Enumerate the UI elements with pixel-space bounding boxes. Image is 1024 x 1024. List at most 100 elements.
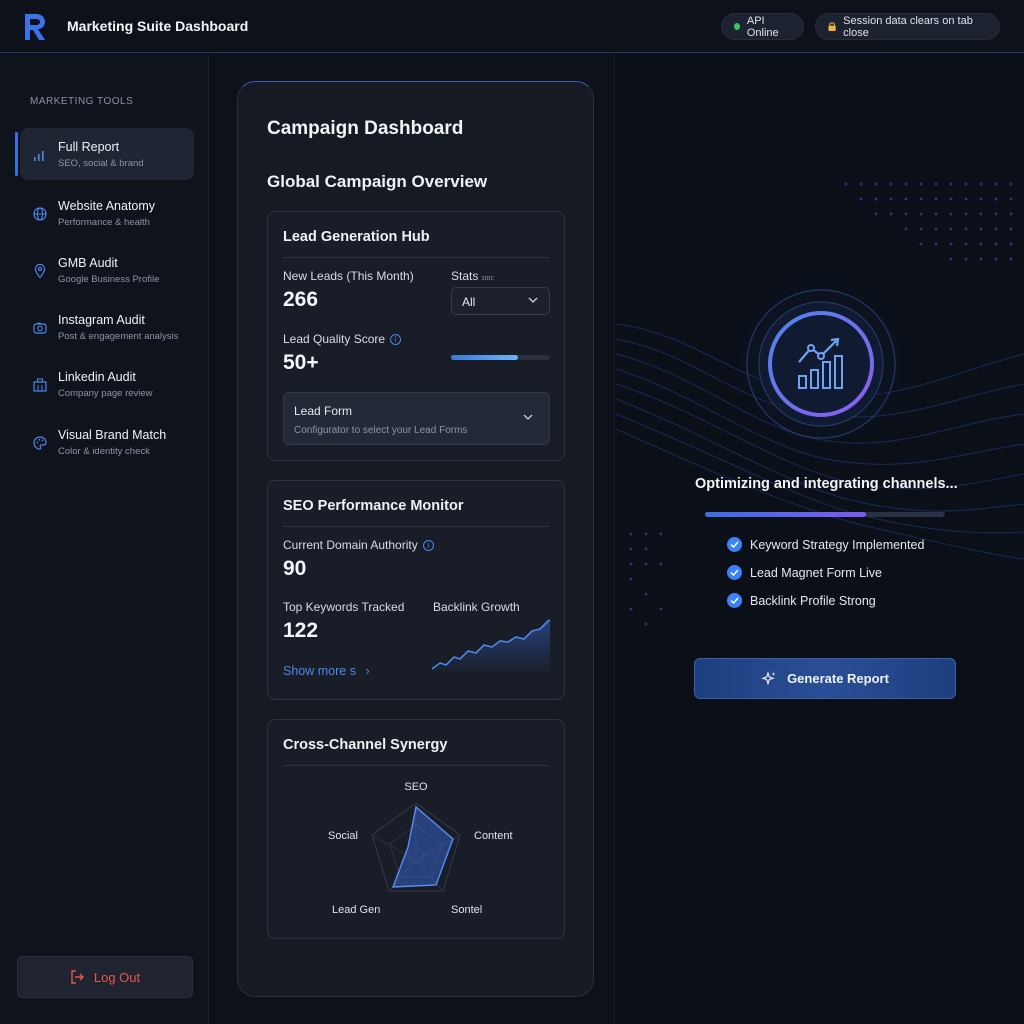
info-icon[interactable]: i <box>390 334 402 345</box>
lead-form-title: Lead Form <box>294 404 353 418</box>
sidebar-item-website-anatomy[interactable]: Website Anatomy Performance & health <box>20 187 194 239</box>
dashboard-subtitle: Global Campaign Overview <box>267 172 488 191</box>
sidebar-item-label: Visual Brand Match <box>58 428 167 442</box>
stats-note: ɪɪʀɪ: <box>481 275 495 282</box>
session-notice-badge: Session data clears on tab close <box>815 13 1000 40</box>
lead-quality-label-text: Lead Quality Score <box>283 332 386 346</box>
chevron-right-icon: › <box>365 664 370 678</box>
sidebar-item-sub: Color & identity check <box>58 446 150 457</box>
checklist-label: Keyword Strategy Implemented <box>750 537 925 552</box>
radar-axis-seo: SEO <box>404 781 428 793</box>
chevron-down-icon <box>528 297 538 303</box>
lead-quality-bar-fill <box>451 355 519 360</box>
domain-authority-label: Current Domain Authority i <box>283 538 434 552</box>
processing-progress-fill <box>705 512 866 517</box>
sidebar-item-sub: Google Business Profile <box>58 274 160 285</box>
backlink-growth-label: Backlink Growth <box>433 600 520 614</box>
panel-title: SEO Performance Monitor <box>283 498 464 514</box>
seo-performance-panel: SEO Performance Monitor Current Domain A… <box>267 480 565 700</box>
check-circle-icon <box>727 537 742 552</box>
palette-icon <box>33 436 47 450</box>
sidebar-item-gmb-audit[interactable]: GMB Audit Google Business Profile <box>20 244 194 296</box>
generate-report-button[interactable]: Generate Report <box>694 658 956 699</box>
session-notice-text: Session data clears on tab close <box>843 14 973 39</box>
checklist-label: Backlink Profile Strong <box>750 593 876 608</box>
show-more-text: Show more s <box>283 664 356 678</box>
api-status-text: API Online <box>746 14 779 39</box>
lead-quality-label: Lead Quality Score i <box>283 332 402 346</box>
app-logo-icon <box>25 14 45 40</box>
sidebar-item-full-report[interactable]: Full Report SEO, social & brand <box>15 128 194 180</box>
lead-form-dropdown[interactable]: Lead Form Configurator to select your Le… <box>283 392 550 445</box>
keywords-label: Top Keywords Tracked <box>283 600 405 614</box>
show-more-link[interactable]: Show more s › <box>283 664 370 678</box>
sidebar: MARKETING TOOLS Full Report SEO, social … <box>0 54 209 1024</box>
radar-axis-sontel: Sontel <box>451 904 482 916</box>
dashboard-title: Campaign Dashboard <box>267 118 464 139</box>
logout-icon <box>71 970 84 984</box>
bar-chart-icon <box>34 151 44 161</box>
logout-button[interactable]: Log Out <box>17 956 193 998</box>
lock-icon <box>828 22 836 32</box>
divider <box>283 257 549 258</box>
new-leads-label: New Leads (This Month) <box>283 269 414 283</box>
processing-status-text: Optimizing and integrating channels... <box>695 476 958 492</box>
domain-authority-label-text: Current Domain Authority <box>283 538 418 552</box>
lead-quality-bar <box>451 355 550 360</box>
sidebar-item-sub: SEO, social & brand <box>58 158 144 169</box>
radar-axis-content: Content <box>474 830 513 842</box>
synergy-radar-chart: SEO Content Sontel Lead Gen Social <box>328 781 513 916</box>
stats-label-text: Stats <box>451 269 479 283</box>
processing-panel: Optimizing and integrating channels... K… <box>616 54 1024 1024</box>
building-icon <box>33 378 47 392</box>
new-leads-value: 266 <box>283 288 319 311</box>
divider <box>283 526 549 527</box>
sidebar-item-linkedin-audit[interactable]: Linkedin Audit Company page review <box>20 358 194 410</box>
camera-icon <box>33 322 47 334</box>
checklist-item: Lead Magnet Form Live <box>727 565 882 580</box>
check-circle-icon <box>727 565 742 580</box>
sidebar-item-label: Website Anatomy <box>58 199 156 213</box>
sidebar-heading: MARKETING TOOLS <box>30 96 134 107</box>
dashboard-column: Campaign Dashboard Global Campaign Overv… <box>210 54 615 1024</box>
checklist-item: Keyword Strategy Implemented <box>727 537 924 552</box>
sidebar-item-label: Instagram Audit <box>58 313 145 327</box>
lead-form-subtitle: Configurator to select your Lead Forms <box>294 425 468 436</box>
active-indicator <box>15 132 18 176</box>
sidebar-item-instagram-audit[interactable]: Instagram Audit Post & engagement analys… <box>20 301 194 353</box>
location-pin-icon <box>34 263 46 279</box>
divider <box>283 765 549 766</box>
panel-title: Lead Generation Hub <box>283 229 430 245</box>
panel-title: Cross-Channel Synergy <box>283 737 448 753</box>
checklist-item: Backlink Profile Strong <box>727 593 876 608</box>
sidebar-item-label: Full Report <box>58 140 120 154</box>
checklist-label: Lead Magnet Form Live <box>750 565 883 580</box>
sidebar-item-sub: Post & engagement analysis <box>58 331 179 342</box>
generate-report-label: Generate Report <box>787 671 889 686</box>
sidebar-item-label: GMB Audit <box>58 256 118 270</box>
stats-select[interactable]: All <box>451 287 550 315</box>
radar-axis-lead-gen: Lead Gen <box>332 904 380 916</box>
cross-channel-synergy-panel: Cross-Channel Synergy SEO Content Sontel… <box>267 719 565 939</box>
info-icon[interactable]: i <box>422 540 434 551</box>
sparkle-icon <box>761 670 776 686</box>
campaign-dashboard-card: Campaign Dashboard Global Campaign Overv… <box>237 81 594 997</box>
lead-quality-value: 50+ <box>283 351 319 374</box>
domain-authority-value: 90 <box>283 557 307 580</box>
logout-label: Log Out <box>93 969 141 985</box>
sidebar-item-sub: Company page review <box>58 388 153 399</box>
stats-label: Stats ɪɪʀɪ: <box>451 269 495 283</box>
sidebar-item-sub: Performance & health <box>58 217 150 228</box>
growth-chart-icon <box>798 337 843 389</box>
processing-progress-bar <box>705 512 945 517</box>
backlink-growth-sparkline <box>432 619 551 675</box>
check-circle-icon <box>727 593 742 608</box>
online-dot-icon <box>734 23 740 30</box>
sidebar-item-visual-brand-match[interactable]: Visual Brand Match Color & identity chec… <box>20 416 194 468</box>
app-title: Marketing Suite Dashboard <box>67 18 249 34</box>
keywords-value: 122 <box>283 619 319 642</box>
top-bar: Marketing Suite Dashboard API Online Ses… <box>0 0 1024 53</box>
lead-generation-panel: Lead Generation Hub New Leads (This Mont… <box>267 211 565 461</box>
api-status-badge: API Online <box>721 13 804 40</box>
sidebar-item-label: Linkedin Audit <box>58 370 136 384</box>
